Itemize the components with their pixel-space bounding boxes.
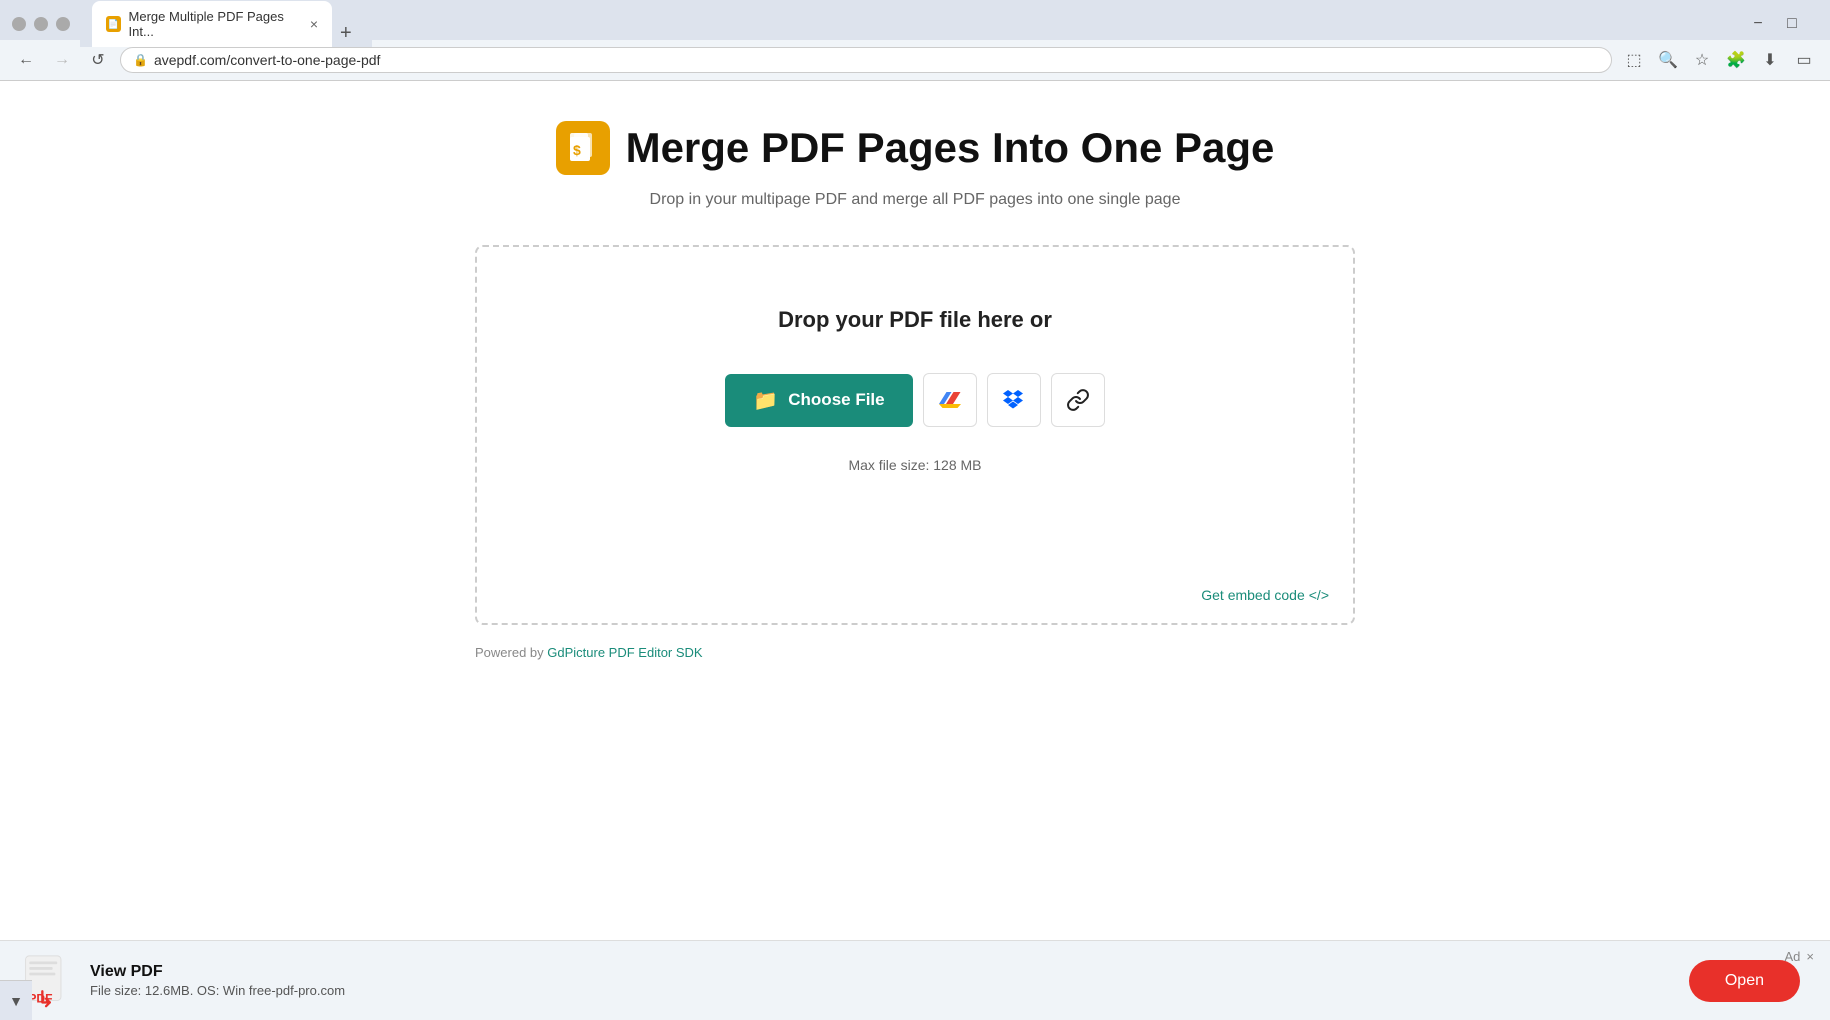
minimize-btn[interactable]: − — [12, 17, 26, 31]
download-btn[interactable]: ⬇ — [1756, 46, 1784, 74]
navigation-bar: ← → ↺ 🔒 avepdf.com/convert-to-one-page-p… — [0, 40, 1830, 81]
zoom-btn[interactable]: 🔍 — [1654, 46, 1682, 74]
ad-subtitle: File size: 12.6MB. OS: Win free-pdf-pro.… — [90, 983, 345, 998]
screencast-btn[interactable]: ⬚ — [1620, 46, 1648, 74]
embed-code-icon: </> — [1309, 587, 1329, 603]
tab-title: Merge Multiple PDF Pages Int... — [129, 9, 296, 39]
active-tab[interactable]: 📄 Merge Multiple PDF Pages Int... × — [92, 1, 332, 47]
tab-bar: 📄 Merge Multiple PDF Pages Int... × + — [80, 1, 372, 47]
choose-file-btn[interactable]: 📁 Choose File — [725, 374, 912, 427]
profile-btn[interactable]: ▭ — [1790, 46, 1818, 74]
ad-close-btn[interactable]: × — [1806, 949, 1814, 964]
ad-info-btn[interactable]: Ad — [1785, 949, 1801, 964]
main-content: $ Merge PDF Pages Into One Page Drop in … — [455, 81, 1375, 680]
close-btn[interactable]: × — [56, 17, 70, 31]
ad-bar: Ad × PDF View PDF File size: 12.6MB. OS:… — [0, 940, 1830, 1020]
new-tab-btn[interactable]: + — [332, 22, 360, 45]
ad-open-btn[interactable]: Open — [1689, 960, 1800, 1002]
forward-btn[interactable]: → — [48, 46, 76, 74]
max-file-size: Max file size: 128 MB — [517, 457, 1313, 473]
choose-file-label: Choose File — [788, 390, 884, 410]
ad-title: View PDF — [90, 963, 345, 981]
minimize-window-btn[interactable]: − — [1744, 10, 1772, 38]
tab-favicon: 📄 — [106, 16, 121, 32]
embed-code-label: Get embed code — [1201, 587, 1305, 603]
drop-text: Drop your PDF file here or — [517, 307, 1313, 333]
dropbox-btn[interactable] — [987, 373, 1041, 427]
powered-by-link[interactable]: GdPicture PDF Editor SDK — [547, 645, 702, 660]
title-bar: − □ × 📄 Merge Multiple PDF Pages Int... … — [0, 0, 1830, 40]
maximize-btn[interactable]: □ — [34, 17, 48, 31]
expand-sidebar-btn[interactable]: ▼ — [0, 980, 32, 1020]
ad-text-section: View PDF File size: 12.6MB. OS: Win free… — [90, 963, 345, 998]
ad-controls: Ad × — [1785, 949, 1815, 964]
back-btn[interactable]: ← — [12, 46, 40, 74]
extensions-btn[interactable]: 🧩 — [1722, 46, 1750, 74]
google-drive-btn[interactable] — [923, 373, 977, 427]
embed-code-link[interactable]: Get embed code </> — [1201, 587, 1329, 603]
tab-close-btn[interactable]: × — [310, 16, 318, 32]
maximize-window-btn[interactable]: □ — [1778, 10, 1806, 38]
powered-by: Powered by GdPicture PDF Editor SDK — [475, 645, 1355, 660]
page-subtitle: Drop in your multipage PDF and merge all… — [475, 191, 1355, 209]
security-icon: 🔒 — [133, 53, 148, 67]
chevron-down-icon: ▼ — [9, 993, 23, 1009]
window-controls: − □ × — [12, 17, 70, 31]
nav-actions: ⬚ 🔍 ☆ 🧩 ⬇ ▭ — [1620, 46, 1818, 74]
upload-actions: 📁 Choose File — [517, 373, 1313, 427]
url-btn[interactable] — [1051, 373, 1105, 427]
folder-icon: 📁 — [753, 388, 778, 413]
browser-chrome: − □ × 📄 Merge Multiple PDF Pages Int... … — [0, 0, 1830, 81]
url-text: avepdf.com/convert-to-one-page-pdf — [154, 52, 1599, 68]
drop-zone[interactable]: Drop your PDF file here or 📁 Choose File — [475, 245, 1355, 625]
address-bar[interactable]: 🔒 avepdf.com/convert-to-one-page-pdf — [120, 47, 1612, 73]
page-title: Merge PDF Pages Into One Page — [626, 124, 1275, 172]
page-header: $ Merge PDF Pages Into One Page — [475, 121, 1355, 175]
page-content: $ Merge PDF Pages Into One Page Drop in … — [0, 81, 1830, 1011]
app-logo: $ — [556, 121, 610, 175]
refresh-btn[interactable]: ↺ — [84, 46, 112, 74]
bookmark-btn[interactable]: ☆ — [1688, 46, 1716, 74]
svg-text:$: $ — [573, 142, 581, 158]
powered-by-prefix: Powered by — [475, 645, 547, 660]
